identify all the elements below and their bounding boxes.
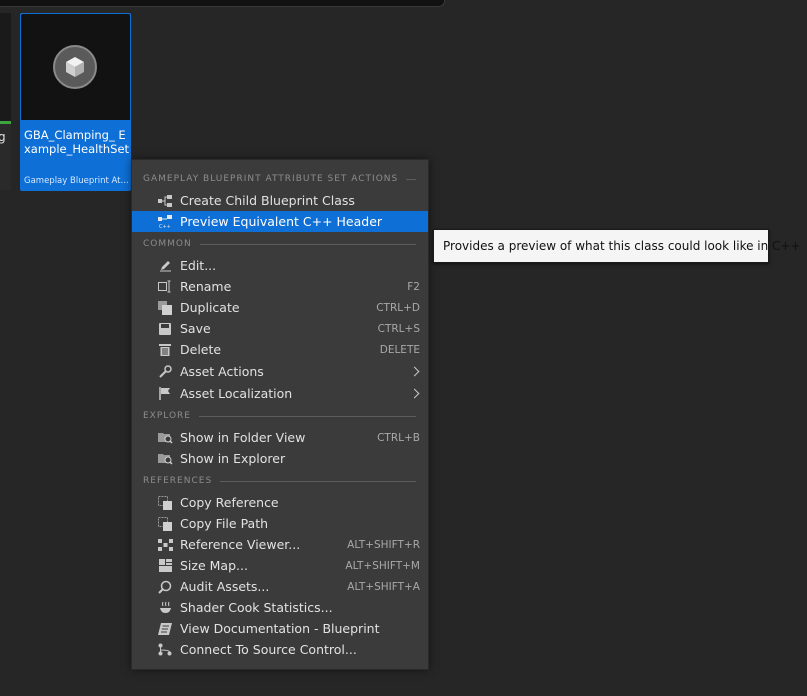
menu-item-connect-source-control[interactable]: Connect To Source Control... — [132, 639, 428, 660]
documentation-icon — [157, 621, 173, 637]
menu-item-save[interactable]: Save CTRL+S — [132, 318, 428, 339]
folder-search-icon — [157, 430, 173, 446]
trash-icon — [157, 342, 173, 358]
asset-thumbnail — [0, 13, 11, 121]
wrench-icon — [157, 364, 173, 380]
asset-thumbnail — [21, 14, 130, 120]
cpp-header-icon: C++ — [157, 214, 173, 230]
asset-name: GBA_Clamping_ Example_HealthSet — [24, 128, 130, 156]
reference-graph-icon — [157, 537, 173, 553]
size-map-icon — [157, 558, 173, 574]
menu-item-show-in-explorer[interactable]: Show in Explorer — [132, 448, 428, 469]
menu-item-edit[interactable]: Edit... — [132, 255, 428, 276]
save-icon — [157, 321, 173, 337]
duplicate-icon — [157, 300, 173, 316]
cube-icon — [53, 45, 97, 89]
copy-reference-icon — [157, 495, 173, 511]
tooltip: Provides a preview of what this class co… — [433, 229, 801, 263]
rename-icon — [157, 279, 173, 295]
menu-item-preview-cpp-header[interactable]: C++ Preview Equivalent C++ Header — [132, 211, 428, 232]
menu-item-show-in-folder-view[interactable]: Show in Folder View CTRL+B — [132, 427, 428, 448]
source-control-icon — [157, 642, 173, 658]
menu-item-shader-cook-statistics[interactable]: Shader Cook Statistics... — [132, 597, 428, 618]
section-header-explore: EXPLORE — [143, 410, 416, 422]
menu-item-size-map[interactable]: Size Map... ALT+SHIFT+M — [132, 555, 428, 576]
menu-item-view-documentation[interactable]: View Documentation - Blueprint — [132, 618, 428, 639]
top-toolbar-strip — [0, 0, 445, 7]
svg-text:C++: C++ — [159, 224, 171, 229]
menu-item-duplicate[interactable]: Duplicate CTRL+D — [132, 297, 428, 318]
shader-stats-icon — [157, 600, 173, 616]
menu-item-copy-reference[interactable]: Copy Reference — [132, 492, 428, 513]
section-header-attribute-set-actions: GAMEPLAY BLUEPRINT ATTRIBUTE SET ACTIONS — [143, 173, 416, 185]
pencil-icon — [157, 258, 173, 274]
asset-name: g — [0, 130, 6, 144]
flag-icon — [157, 386, 173, 402]
menu-item-audit-assets[interactable]: Audit Assets... ALT+SHIFT+A — [132, 576, 428, 597]
menu-item-asset-actions[interactable]: Asset Actions — [132, 361, 428, 382]
asset-type-label: Gameplay Blueprint Attri... — [24, 176, 129, 186]
audit-icon — [157, 579, 173, 595]
asset-type-color-bar — [0, 121, 11, 124]
menu-item-create-child-blueprint[interactable]: Create Child Blueprint Class — [132, 190, 428, 211]
asset-tile-partial[interactable]: g — [0, 13, 11, 190]
context-menu: GAMEPLAY BLUEPRINT ATTRIBUTE SET ACTIONS… — [131, 159, 429, 670]
copy-path-icon — [157, 516, 173, 532]
tooltip-text: Provides a preview of what this class co… — [443, 239, 801, 253]
menu-item-delete[interactable]: Delete DELETE — [132, 339, 428, 360]
chevron-right-icon — [409, 366, 420, 377]
section-header-common: COMMON — [143, 238, 416, 250]
section-header-references: REFERENCES — [143, 475, 416, 487]
menu-item-asset-localization[interactable]: Asset Localization — [132, 383, 428, 404]
menu-item-copy-file-path[interactable]: Copy File Path — [132, 513, 428, 534]
folder-search-icon — [157, 451, 173, 467]
asset-tile-selected[interactable]: GBA_Clamping_ Example_HealthSet Gameplay… — [20, 13, 131, 191]
menu-item-rename[interactable]: Rename F2 — [132, 276, 428, 297]
chevron-right-icon — [409, 388, 420, 399]
menu-item-reference-viewer[interactable]: Reference Viewer... ALT+SHIFT+R — [132, 534, 428, 555]
child-class-icon — [157, 193, 173, 209]
